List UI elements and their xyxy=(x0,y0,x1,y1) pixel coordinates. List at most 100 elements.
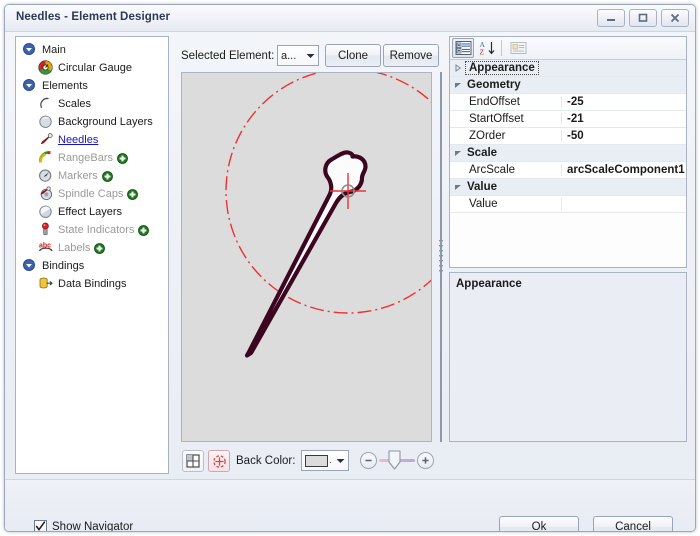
data-bindings-icon xyxy=(38,276,55,292)
property-category-label: Geometry xyxy=(467,79,521,91)
zoom-slider-thumb[interactable] xyxy=(388,450,401,470)
design-canvas[interactable] xyxy=(181,72,432,442)
zoom-slider-thumb-icon xyxy=(388,450,401,470)
property-category-scale[interactable]: Scale xyxy=(450,145,686,162)
splitter-grip-icon[interactable] xyxy=(439,238,443,276)
property-category-appearance[interactable]: Appearance xyxy=(450,60,686,77)
close-button[interactable] xyxy=(661,9,689,27)
property-row-value[interactable]: Value xyxy=(450,196,686,213)
tree-item-rangebars[interactable]: RangeBars xyxy=(38,149,128,167)
tree-item-labels[interactable]: abc Labels xyxy=(38,239,106,257)
property-category-label: Appearance xyxy=(465,61,539,75)
alphabetical-sort-button[interactable]: A Z xyxy=(476,38,498,58)
expander-expanded-icon[interactable] xyxy=(450,183,466,191)
tree-item-circular-gauge[interactable]: Circular Gauge xyxy=(38,59,132,77)
needle-preview-graphic xyxy=(225,73,431,358)
labels-icon: abc xyxy=(38,240,55,256)
selected-element-label: Selected Element: xyxy=(181,50,275,62)
expander-open-icon[interactable] xyxy=(22,42,39,58)
property-value[interactable]: arcScaleComponent1 xyxy=(562,164,686,176)
tree-item-background-layers[interactable]: Background Layers xyxy=(38,113,153,131)
show-navigator-checkbox[interactable]: Show Navigator xyxy=(34,520,133,531)
chevron-down-icon[interactable] xyxy=(303,46,318,65)
zoom-in-icon xyxy=(422,457,429,464)
property-description-pane: Appearance xyxy=(449,272,687,442)
back-color-swatch xyxy=(305,454,328,467)
expander-open-icon[interactable] xyxy=(22,258,39,274)
minimize-button[interactable] xyxy=(597,9,625,27)
tree-item-spindle-caps[interactable]: Spindle Caps xyxy=(38,185,139,203)
minimize-icon xyxy=(607,19,615,21)
back-color-dropdown[interactable]: . xyxy=(301,450,349,471)
tree-item-data-bindings[interactable]: Data Bindings xyxy=(38,275,127,293)
tree-item-needles[interactable]: Needles xyxy=(38,131,98,149)
zoom-in-button[interactable] xyxy=(417,452,434,469)
tree-item-bindings[interactable]: Bindings xyxy=(22,257,84,275)
property-name: ArcScale xyxy=(450,164,562,176)
tree-item-label: Main xyxy=(42,44,66,56)
tree-item-label: Labels xyxy=(58,242,91,254)
expander-expanded-icon[interactable] xyxy=(450,81,466,89)
property-row-endoffset[interactable]: EndOffset -25 xyxy=(450,94,686,111)
add-label-icon[interactable] xyxy=(94,242,106,254)
layout-grid-button[interactable] xyxy=(182,450,204,472)
property-name: ZOrder xyxy=(450,130,562,142)
property-row-arcscale[interactable]: ArcScale arcScaleComponent1 xyxy=(450,162,686,179)
title-bar[interactable]: Needles - Element Designer xyxy=(5,5,695,32)
tree-item-effect-layers[interactable]: Effect Layers xyxy=(38,203,122,221)
property-value[interactable]: -21 xyxy=(562,113,686,125)
expander-collapsed-icon[interactable] xyxy=(450,64,466,72)
expander-expanded-icon[interactable] xyxy=(450,149,466,157)
maximize-button[interactable] xyxy=(629,9,657,27)
expander-open-icon[interactable] xyxy=(22,78,39,94)
add-marker-icon[interactable] xyxy=(101,170,113,182)
background-layers-icon xyxy=(38,114,55,130)
property-grid-rows[interactable]: Appearance Geometry EndOffset -25 StartO… xyxy=(450,60,686,267)
property-category-geometry[interactable]: Geometry xyxy=(450,77,686,94)
element-tree[interactable]: Main Circular Gauge Elements Scales Back… xyxy=(15,36,169,474)
tree-item-markers[interactable]: Markers xyxy=(38,167,113,185)
checkbox-box[interactable] xyxy=(34,520,47,531)
markers-icon xyxy=(38,168,55,184)
effect-layers-icon xyxy=(38,204,55,220)
rangebars-icon xyxy=(38,150,55,166)
center-target-button[interactable] xyxy=(208,450,230,472)
property-row-zorder[interactable]: ZOrder -50 xyxy=(450,128,686,145)
tree-item-state-indicators[interactable]: State Indicators xyxy=(38,221,150,239)
tree-item-label: Background Layers xyxy=(58,116,153,128)
property-pages-button[interactable] xyxy=(507,38,529,58)
back-color-label: Back Color: xyxy=(236,455,296,467)
property-name: Value xyxy=(450,198,562,210)
property-row-startoffset[interactable]: StartOffset -21 xyxy=(450,111,686,128)
checkmark-icon xyxy=(35,521,46,531)
property-category-value[interactable]: Value xyxy=(450,179,686,196)
tree-item-label: Markers xyxy=(58,170,98,182)
property-description-title: Appearance xyxy=(456,278,522,290)
tree-item-scales[interactable]: Scales xyxy=(38,95,91,113)
property-value[interactable]: -50 xyxy=(562,130,686,142)
cancel-button[interactable]: Cancel xyxy=(593,516,673,531)
tree-item-label: RangeBars xyxy=(58,152,114,164)
ok-button[interactable]: Ok xyxy=(499,516,579,531)
add-state-indicator-icon[interactable] xyxy=(138,224,150,236)
tree-item-label[interactable]: Needles xyxy=(58,131,98,149)
add-rangebar-icon[interactable] xyxy=(117,152,128,164)
property-name: StartOffset xyxy=(450,113,562,125)
tree-item-label: Scales xyxy=(58,98,92,110)
property-pages-icon xyxy=(510,42,526,54)
tree-item-elements[interactable]: Elements xyxy=(22,77,88,95)
toolbar-separator xyxy=(501,40,502,56)
chevron-down-icon[interactable] xyxy=(333,451,348,470)
property-grid-toolbar[interactable]: A Z xyxy=(450,37,686,60)
remove-button[interactable]: Remove xyxy=(383,44,439,67)
property-value[interactable]: -25 xyxy=(562,96,686,108)
zoom-out-button[interactable] xyxy=(360,452,377,469)
tree-item-main[interactable]: Main xyxy=(22,41,66,59)
panel-splitter[interactable] xyxy=(436,72,445,442)
dialog-footer: Show Navigator Ok Cancel xyxy=(5,479,695,531)
categorized-view-button[interactable] xyxy=(452,38,474,58)
clone-button[interactable]: Clone xyxy=(325,44,381,67)
add-spindle-cap-icon[interactable] xyxy=(127,188,139,200)
property-grid[interactable]: A Z Appearance Geometry EndOffset -25 St… xyxy=(449,36,687,268)
selected-element-dropdown[interactable]: a... xyxy=(277,45,319,66)
